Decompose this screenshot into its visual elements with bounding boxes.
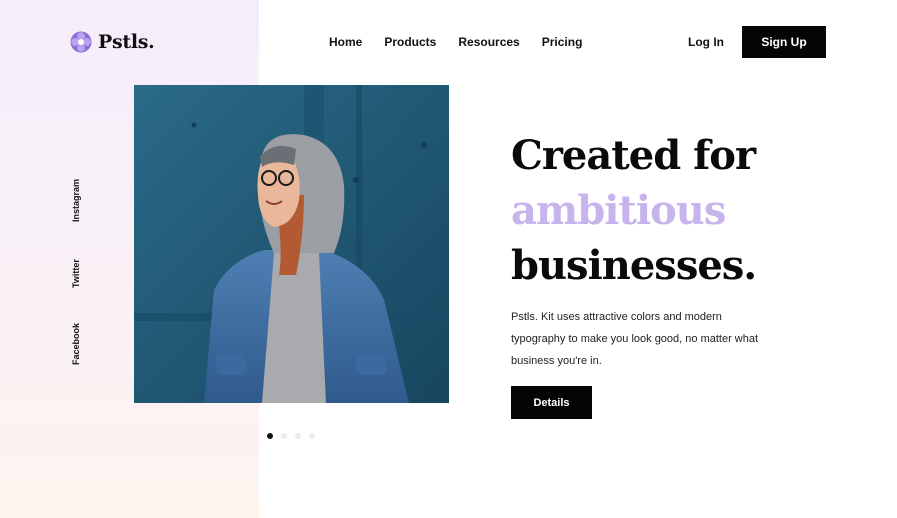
headline-line-1: Created for xyxy=(511,132,756,179)
social-link-instagram[interactable]: Instagram xyxy=(71,179,81,222)
nav-item-resources[interactable]: Resources xyxy=(458,35,519,49)
nav-item-products[interactable]: Products xyxy=(384,35,436,49)
carousel-dot-1[interactable] xyxy=(267,433,273,439)
carousel-dot-2[interactable] xyxy=(281,433,287,439)
headline-line-3: businesses. xyxy=(511,242,757,289)
carousel-dots xyxy=(267,433,315,439)
login-link[interactable]: Log In xyxy=(688,35,724,49)
signup-button[interactable]: Sign Up xyxy=(742,26,826,58)
hero-headline: Created for ambitious businesses. xyxy=(511,128,757,293)
hero-image xyxy=(134,85,449,403)
brand-logo[interactable]: Pstls. xyxy=(70,30,155,54)
pastel-flower-logo-icon xyxy=(70,31,92,53)
nav-item-home[interactable]: Home xyxy=(329,35,362,49)
social-link-twitter[interactable]: Twitter xyxy=(71,259,81,288)
details-button[interactable]: Details xyxy=(511,386,592,419)
brand-name: Pstls. xyxy=(98,31,155,53)
carousel-dot-3[interactable] xyxy=(295,433,301,439)
social-link-facebook[interactable]: Facebook xyxy=(71,323,81,365)
nav-item-pricing[interactable]: Pricing xyxy=(542,35,583,49)
main-nav: Home Products Resources Pricing xyxy=(329,35,604,49)
headline-accent: ambitious xyxy=(511,187,726,234)
hero-description: Pstls. Kit uses attractive colors and mo… xyxy=(511,311,759,367)
carousel-dot-4[interactable] xyxy=(309,433,315,439)
